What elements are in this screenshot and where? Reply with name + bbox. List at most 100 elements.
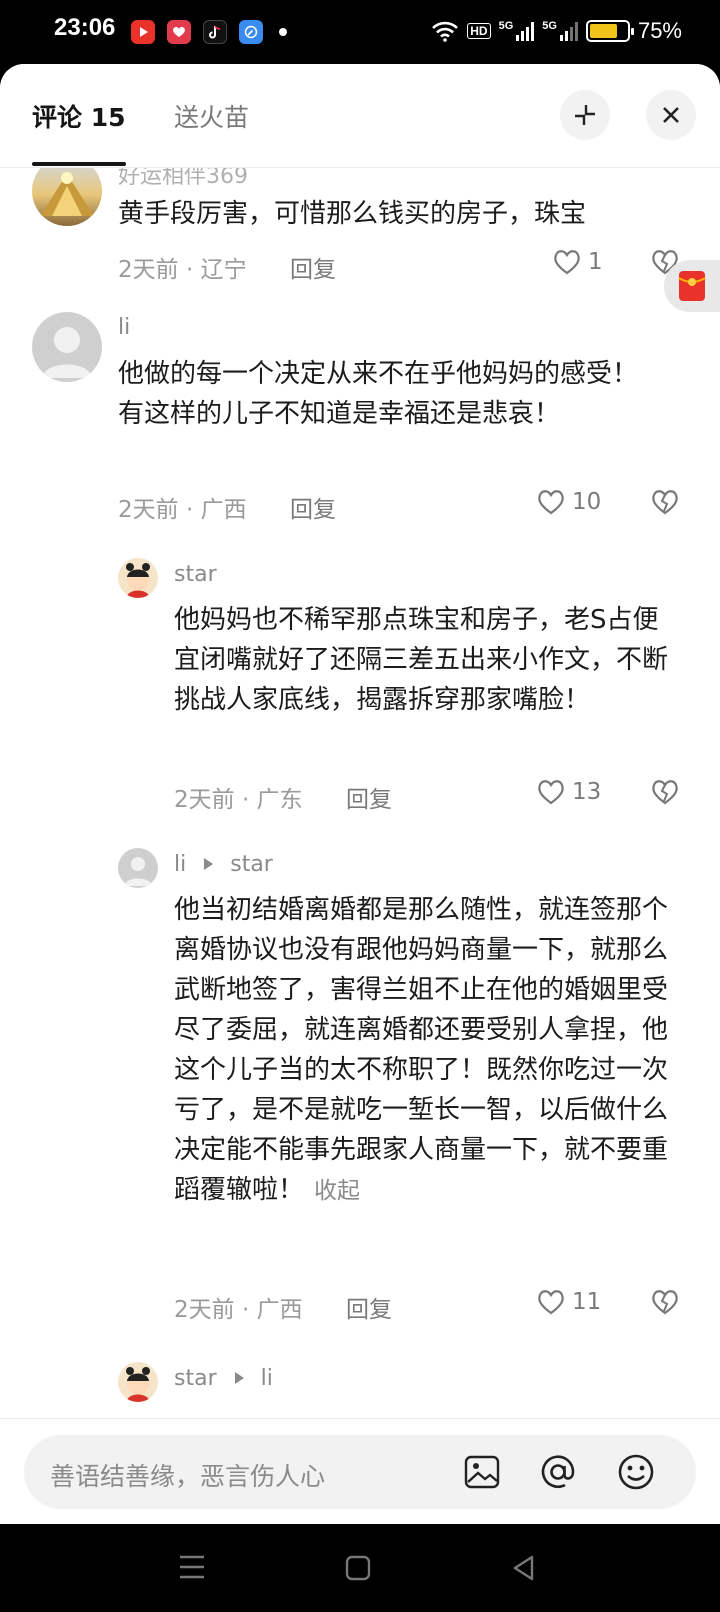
comment-text: 他妈妈也不稀罕那点珠宝和房子，老S占便宜闭嘴就好了还隔三差五出来小作文，不断挑战… (174, 605, 669, 715)
broken-heart-icon (652, 1290, 678, 1315)
like-button[interactable]: 11 (536, 1288, 601, 1316)
dislike-button[interactable] (650, 778, 680, 810)
heart-outline-icon (538, 490, 564, 515)
comment-text: 他当初结婚离婚都是那么随性，就连签那个离婚协议也没有跟他妈妈商量一下，就那么武断… (174, 890, 674, 1211)
heart-app-icon (167, 20, 191, 44)
reply-button[interactable]: 回复 (290, 490, 336, 524)
comment-sheet: 评论 15 送火苗 好运相伴369 黄手段厉害，可惜那么钱买的房子，珠宝 2天前… (0, 64, 720, 1524)
image-icon (464, 1455, 500, 1489)
menu-icon[interactable] (178, 1554, 206, 1580)
reply-item: star 他妈妈也不稀罕那点珠宝和房子，老S占便宜闭嘴就好了还隔三差五出来小作文… (0, 558, 720, 828)
signal-1: 5G (499, 21, 535, 41)
dislike-button[interactable] (650, 488, 680, 520)
reply-arrow-icon (234, 1372, 244, 1384)
heart-outline-icon (538, 1290, 564, 1315)
reply-author-line: li star (174, 852, 273, 877)
comment-item: li 他做的每一个决定从来不在乎他妈妈的感受！有这样的儿子不知道是幸福还是悲哀！… (0, 308, 720, 538)
collapse-icon (575, 105, 595, 125)
comment-username[interactable]: 好运相伴369 (118, 168, 248, 190)
avatar[interactable] (32, 168, 102, 226)
like-count: 10 (572, 489, 602, 515)
comment-username[interactable]: star (174, 562, 217, 587)
reply-item: star li (0, 1362, 720, 1418)
battery-percent: 75% (637, 18, 682, 43)
close-button[interactable] (646, 90, 696, 140)
like-button[interactable]: 10 (536, 488, 601, 516)
browser-app-icon (239, 20, 263, 44)
avatar[interactable] (118, 558, 158, 598)
status-indicators: HD 5G 5G 75% (431, 18, 682, 44)
default-avatar-icon (124, 857, 152, 886)
signal-bars-icon (559, 21, 578, 41)
collapse-text-button[interactable]: 收起 (314, 1178, 360, 1204)
home-icon[interactable] (344, 1554, 372, 1582)
reply-author-line: star li (174, 1366, 273, 1391)
comment-username[interactable]: li (174, 852, 186, 877)
comment-header: 评论 15 送火苗 (0, 64, 720, 168)
close-icon (663, 107, 679, 123)
signal-2: 5G (542, 21, 578, 41)
comment-meta: 2天前 · 辽宁 (118, 257, 247, 283)
dislike-button[interactable] (650, 1288, 680, 1320)
image-button[interactable] (462, 1452, 502, 1492)
comment-input[interactable]: 善语结善缘，恶言伤人心 (24, 1435, 696, 1509)
cartoon-avatar-icon (126, 1367, 150, 1402)
tab-send-fire[interactable]: 送火苗 (174, 98, 249, 134)
at-icon (541, 1455, 575, 1488)
battery-icon (585, 20, 634, 42)
default-avatar-icon (42, 327, 92, 378)
reply-target-username[interactable]: li (261, 1366, 273, 1391)
tab-comments[interactable]: 评论 15 (32, 98, 126, 134)
avatar[interactable] (118, 1362, 158, 1402)
red-packet-button[interactable] (664, 260, 720, 312)
reply-arrow-icon (204, 858, 214, 870)
red-packet-icon (678, 271, 706, 301)
mention-button[interactable] (538, 1452, 578, 1492)
active-tab-indicator (32, 162, 126, 166)
avatar[interactable] (32, 312, 102, 382)
avatar-image (40, 172, 94, 216)
system-nav-bar (0, 1524, 720, 1612)
reply-button[interactable]: 回复 (290, 250, 336, 284)
reply-item: li star 他当初结婚离婚都是那么随性，就连签那个离婚协议也没有跟他妈妈商量… (0, 848, 720, 1348)
more-notifications-icon (279, 28, 287, 36)
notification-icons (131, 20, 287, 44)
like-count: 11 (572, 1289, 602, 1315)
status-time: 23:06 (54, 14, 116, 41)
reply-button[interactable]: 回复 (346, 1290, 392, 1324)
like-count: 13 (572, 779, 602, 805)
tiktok-app-icon (203, 20, 227, 44)
comment-body: 他当初结婚离婚都是那么随性，就连签那个离婚协议也没有跟他妈妈商量一下，就那么武断… (174, 895, 669, 1205)
comment-input-placeholder: 善语结善缘，恶言伤人心 (50, 1462, 326, 1491)
comment-meta: 2天前 · 广西 (174, 1297, 303, 1323)
like-count: 1 (588, 249, 603, 275)
avatar[interactable] (118, 848, 158, 888)
like-button[interactable]: 1 (552, 248, 603, 276)
comment-text: 黄手段厉害，可惜那么钱买的房子，珠宝 (118, 199, 587, 229)
broken-heart-icon (652, 490, 678, 515)
comment-item: 好运相伴369 黄手段厉害，可惜那么钱买的房子，珠宝 2天前 · 辽宁 回复 1 (0, 168, 720, 308)
comment-username[interactable]: li (118, 315, 130, 340)
video-app-icon (131, 20, 155, 44)
comment-username[interactable]: star (174, 1366, 217, 1391)
heart-outline-icon (538, 780, 564, 805)
back-icon[interactable] (510, 1554, 538, 1582)
comment-list[interactable]: 好运相伴369 黄手段厉害，可惜那么钱买的房子，珠宝 2天前 · 辽宁 回复 1… (0, 168, 720, 1418)
cartoon-avatar-icon (126, 563, 150, 598)
heart-outline-icon (554, 250, 580, 275)
broken-heart-icon (652, 780, 678, 805)
collapse-button[interactable] (560, 90, 610, 140)
wifi-icon (432, 21, 459, 42)
emoji-icon (618, 1454, 654, 1490)
hd-badge: HD (467, 23, 491, 39)
emoji-button[interactable] (616, 1452, 656, 1492)
comment-meta: 2天前 · 广西 (118, 497, 247, 523)
comment-input-bar: 善语结善缘，恶言伤人心 (0, 1418, 720, 1524)
reply-target-username[interactable]: star (230, 852, 273, 877)
reply-button[interactable]: 回复 (346, 780, 392, 814)
comment-text: 他做的每一个决定从来不在乎他妈妈的感受！有这样的儿子不知道是幸福还是悲哀！ (118, 359, 639, 429)
comment-meta: 2天前 · 广东 (174, 787, 303, 813)
status-bar: 23:06 HD 5G 5G 75% (0, 0, 720, 64)
like-button[interactable]: 13 (536, 778, 601, 806)
signal-bars-icon (516, 21, 535, 41)
